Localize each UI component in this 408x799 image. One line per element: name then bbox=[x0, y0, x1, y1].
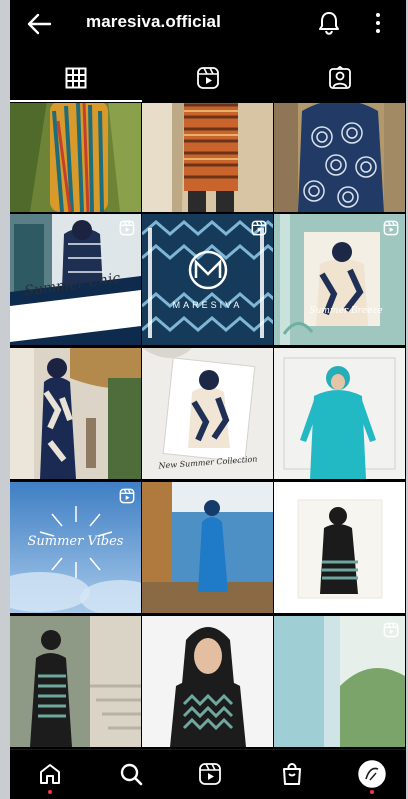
notification-dot bbox=[370, 790, 374, 794]
post-thumbnail[interactable] bbox=[142, 616, 273, 747]
posts-grid: Summer Chic MARESIVA Summer Breeze New S… bbox=[10, 103, 406, 749]
tab-reels[interactable] bbox=[142, 56, 274, 100]
post-thumbnail[interactable] bbox=[10, 103, 141, 212]
post-caption: MARESIVA bbox=[172, 300, 243, 310]
reels-icon bbox=[383, 220, 399, 236]
reels-icon bbox=[383, 622, 399, 638]
post-image bbox=[142, 482, 273, 613]
post-thumbnail[interactable] bbox=[274, 103, 405, 212]
post-thumbnail[interactable]: Summer Vibes bbox=[10, 482, 141, 613]
profile-username: maresiva.official bbox=[86, 12, 221, 31]
post-caption: Summer Breeze bbox=[309, 306, 383, 316]
nav-reels[interactable] bbox=[196, 760, 224, 788]
post-thumbnail[interactable] bbox=[274, 348, 405, 479]
arrow-left-icon[interactable] bbox=[26, 12, 52, 36]
tagged-person-icon bbox=[329, 66, 351, 89]
reels-icon bbox=[119, 220, 135, 236]
bell-icon[interactable] bbox=[318, 11, 340, 35]
post-thumbnail[interactable] bbox=[10, 616, 141, 747]
top-bar: maresiva.official bbox=[10, 0, 406, 48]
post-thumbnail[interactable] bbox=[274, 616, 405, 747]
post-image bbox=[142, 103, 273, 212]
tab-posts-grid[interactable] bbox=[10, 56, 142, 100]
post-thumbnail[interactable]: Summer Chic bbox=[10, 214, 141, 345]
reels-icon bbox=[197, 67, 219, 89]
tab-tagged[interactable] bbox=[274, 56, 406, 100]
reels-icon bbox=[251, 220, 267, 236]
post-thumbnail[interactable] bbox=[274, 482, 405, 613]
nav-search[interactable] bbox=[117, 760, 145, 788]
post-image bbox=[274, 348, 405, 479]
profile-tabs bbox=[10, 56, 406, 102]
bottom-navigation bbox=[10, 749, 406, 799]
notification-dot bbox=[48, 790, 52, 794]
reels-icon bbox=[119, 488, 135, 504]
nav-home[interactable] bbox=[36, 760, 64, 788]
nav-shop[interactable] bbox=[278, 760, 306, 788]
search-icon bbox=[120, 763, 143, 786]
post-image bbox=[10, 616, 141, 747]
post-image bbox=[274, 103, 405, 212]
nav-profile[interactable] bbox=[358, 760, 386, 788]
post-thumbnail[interactable]: New Summer Collection bbox=[142, 348, 273, 479]
post-thumbnail[interactable]: MARESIVA bbox=[142, 214, 273, 345]
post-image bbox=[274, 482, 405, 613]
post-caption: Summer Vibes bbox=[27, 534, 124, 549]
post-thumbnail[interactable] bbox=[142, 482, 273, 613]
shopping-bag-icon bbox=[283, 763, 301, 785]
grid-icon bbox=[65, 67, 87, 89]
post-thumbnail[interactable] bbox=[10, 348, 141, 479]
profile-avatar-icon bbox=[358, 760, 386, 788]
post-image bbox=[10, 348, 141, 479]
reels-icon bbox=[199, 763, 221, 785]
selected-tab-indicator bbox=[10, 100, 142, 102]
post-thumbnail[interactable] bbox=[142, 103, 273, 212]
more-vertical-icon[interactable] bbox=[374, 12, 382, 34]
home-icon bbox=[40, 764, 60, 784]
post-thumbnail[interactable]: Summer Breeze bbox=[274, 214, 405, 345]
post-image bbox=[10, 103, 141, 212]
instagram-profile-screen: maresiva.official Summer Chic MARESIVA S… bbox=[10, 0, 406, 799]
post-image bbox=[142, 616, 273, 747]
